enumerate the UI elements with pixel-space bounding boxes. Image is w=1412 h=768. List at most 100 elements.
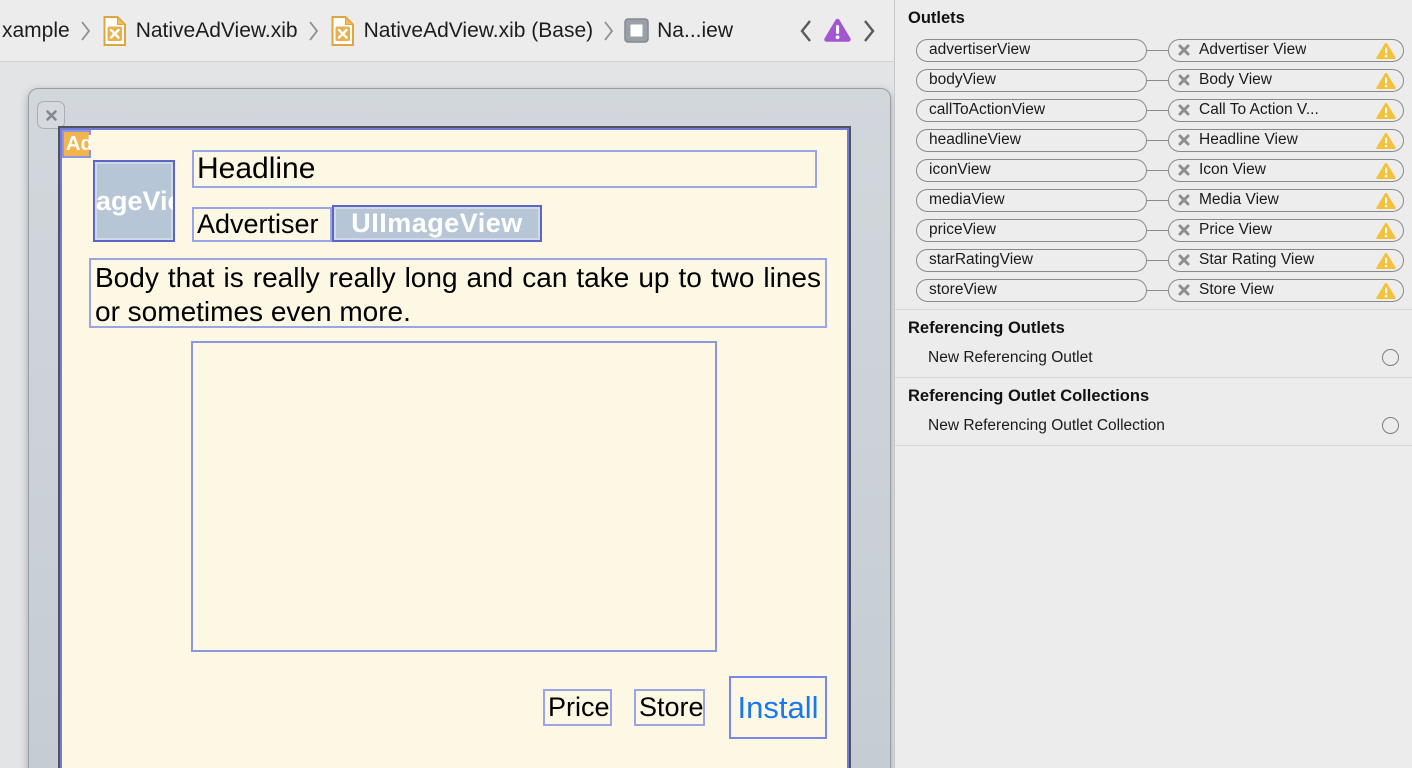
outlet-row: advertiserView Advertiser View xyxy=(895,35,1412,65)
radio-circle-icon[interactable] xyxy=(1382,349,1399,366)
disconnect-icon[interactable] xyxy=(1178,164,1190,176)
forward-icon[interactable] xyxy=(863,18,876,44)
outlet-name: headlineView xyxy=(929,131,1021,148)
outlet-row: starRatingView Star Rating View xyxy=(895,245,1412,275)
disconnect-icon[interactable] xyxy=(1178,74,1190,86)
breadcrumb-item-project[interactable]: xample xyxy=(2,19,70,43)
outlet-target-pill[interactable]: Icon View xyxy=(1168,158,1404,182)
outlet-target: Headline View xyxy=(1199,131,1298,148)
disconnect-icon[interactable] xyxy=(1178,134,1190,146)
disconnect-icon[interactable] xyxy=(1178,254,1190,266)
outlet-name: iconView xyxy=(929,161,991,178)
outlet-name: bodyView xyxy=(929,71,996,88)
editor-canvas-area: xample NativeAdView.xib NativeAdView.xib… xyxy=(0,0,894,768)
outlet-name: starRatingView xyxy=(929,251,1033,268)
outlet-target-pill[interactable]: Price View xyxy=(1168,218,1404,242)
breadcrumb-label: NativeAdView.xib xyxy=(135,18,298,42)
connection-line xyxy=(1147,289,1168,291)
outlet-name-pill[interactable]: mediaView xyxy=(916,188,1147,212)
outlet-target-pill[interactable]: Headline View xyxy=(1168,128,1404,152)
disconnect-icon[interactable] xyxy=(1178,284,1190,296)
outlet-name: advertiserView xyxy=(929,41,1031,58)
breadcrumb-item-xib-base[interactable]: NativeAdView.xib (Base) xyxy=(329,15,593,47)
connections-inspector: Outlets advertiserView Advertiser View b… xyxy=(894,0,1412,768)
xcode-interface-builder: xample NativeAdView.xib NativeAdView.xib… xyxy=(0,0,1412,768)
back-icon[interactable] xyxy=(799,18,812,44)
outlet-target: Body View xyxy=(1199,71,1272,88)
referencing-outlets-title: Referencing Outlets xyxy=(908,319,1065,337)
body-label[interactable]: Body that is really really long and can … xyxy=(89,258,827,328)
warning-icon xyxy=(1376,42,1396,59)
outlet-target-pill[interactable]: Body View xyxy=(1168,68,1404,92)
disconnect-icon[interactable] xyxy=(1178,194,1190,206)
section-divider xyxy=(895,445,1412,446)
xib-document-window[interactable]: Ad ImageView Headline Advertiser UIImage… xyxy=(28,88,891,768)
outlet-name-pill[interactable]: starRatingView xyxy=(916,248,1147,272)
radio-circle-icon[interactable] xyxy=(1382,417,1399,434)
outlet-name-pill[interactable]: iconView xyxy=(916,158,1147,182)
connection-line xyxy=(1147,199,1168,201)
outlet-name-pill[interactable]: priceView xyxy=(916,218,1147,242)
outlet-target-pill[interactable]: Media View xyxy=(1168,188,1404,212)
chevron-separator-icon xyxy=(80,19,91,43)
outlet-name-pill[interactable]: bodyView xyxy=(916,68,1147,92)
breadcrumb-item-xib-file[interactable]: NativeAdView.xib xyxy=(101,15,298,47)
outlets-section-title: Outlets xyxy=(908,9,965,27)
connection-line xyxy=(1147,139,1168,141)
new-referencing-outlet-collection-label: New Referencing Outlet Collection xyxy=(928,416,1165,434)
outlet-target-pill[interactable]: Store View xyxy=(1168,278,1404,302)
xib-file-icon xyxy=(329,15,356,47)
disconnect-icon[interactable] xyxy=(1178,104,1190,116)
native-ad-view-frame: Ad ImageView Headline Advertiser UIImage… xyxy=(58,126,851,768)
outlet-row: storeView Store View xyxy=(895,275,1412,305)
outlet-name: mediaView xyxy=(929,191,1005,208)
disconnect-icon[interactable] xyxy=(1178,44,1190,56)
outlet-row: mediaView Media View xyxy=(895,185,1412,215)
warning-icon xyxy=(1376,162,1396,179)
store-label[interactable]: Store xyxy=(634,689,705,726)
media-view[interactable] xyxy=(191,341,717,652)
connection-line xyxy=(1147,79,1168,81)
new-referencing-outlet-row: New Referencing Outlet xyxy=(895,342,1412,373)
outlet-target-pill[interactable]: Advertiser View xyxy=(1168,38,1404,62)
native-ad-root-view[interactable]: Ad ImageView Headline Advertiser UIImage… xyxy=(60,128,849,768)
disconnect-icon[interactable] xyxy=(1178,224,1190,236)
xib-file-icon xyxy=(101,15,128,47)
connection-line xyxy=(1147,49,1168,51)
outlet-name: priceView xyxy=(929,221,996,238)
issue-warning-icon[interactable] xyxy=(824,18,851,43)
breadcrumb-label: Na...iew xyxy=(657,18,733,42)
warning-icon xyxy=(1376,252,1396,269)
outlets-list: advertiserView Advertiser View bodyView … xyxy=(895,35,1412,305)
outlet-name-pill[interactable]: advertiserView xyxy=(916,38,1147,62)
close-button[interactable] xyxy=(37,101,65,129)
connection-line xyxy=(1147,109,1168,111)
star-rating-image-view[interactable]: UIImageView xyxy=(332,205,542,242)
outlet-target-pill[interactable]: Call To Action V... xyxy=(1168,98,1404,122)
outlet-row: headlineView Headline View xyxy=(895,125,1412,155)
icon-image-view[interactable]: ImageView xyxy=(93,160,175,242)
outlet-name: storeView xyxy=(929,281,997,298)
price-label[interactable]: Price xyxy=(543,689,612,726)
outlet-target: Star Rating View xyxy=(1199,251,1315,268)
connection-line xyxy=(1147,259,1168,261)
outlet-target-pill[interactable]: Star Rating View xyxy=(1168,248,1404,272)
outlet-name-pill[interactable]: callToActionView xyxy=(916,98,1147,122)
new-referencing-outlet-collection-row: New Referencing Outlet Collection xyxy=(895,410,1412,441)
image-view-placeholder-label: ImageView xyxy=(95,185,173,216)
new-referencing-outlet-label: New Referencing Outlet xyxy=(928,348,1093,366)
advertiser-label[interactable]: Advertiser xyxy=(192,207,332,242)
connection-line xyxy=(1147,169,1168,171)
headline-label[interactable]: Headline xyxy=(192,150,817,188)
breadcrumb-item-view[interactable]: Na...iew xyxy=(624,18,733,43)
install-button[interactable]: Install xyxy=(729,676,827,739)
ad-attribution-badge[interactable]: Ad xyxy=(62,130,93,158)
outlet-name-pill[interactable]: storeView xyxy=(916,278,1147,302)
outlet-target: Call To Action V... xyxy=(1199,101,1319,118)
outlet-row: bodyView Body View xyxy=(895,65,1412,95)
outlet-name-pill[interactable]: headlineView xyxy=(916,128,1147,152)
outlet-target: Media View xyxy=(1199,191,1279,208)
warning-icon xyxy=(1376,192,1396,209)
outlet-name: callToActionView xyxy=(929,101,1046,118)
outlet-target: Store View xyxy=(1199,281,1274,298)
